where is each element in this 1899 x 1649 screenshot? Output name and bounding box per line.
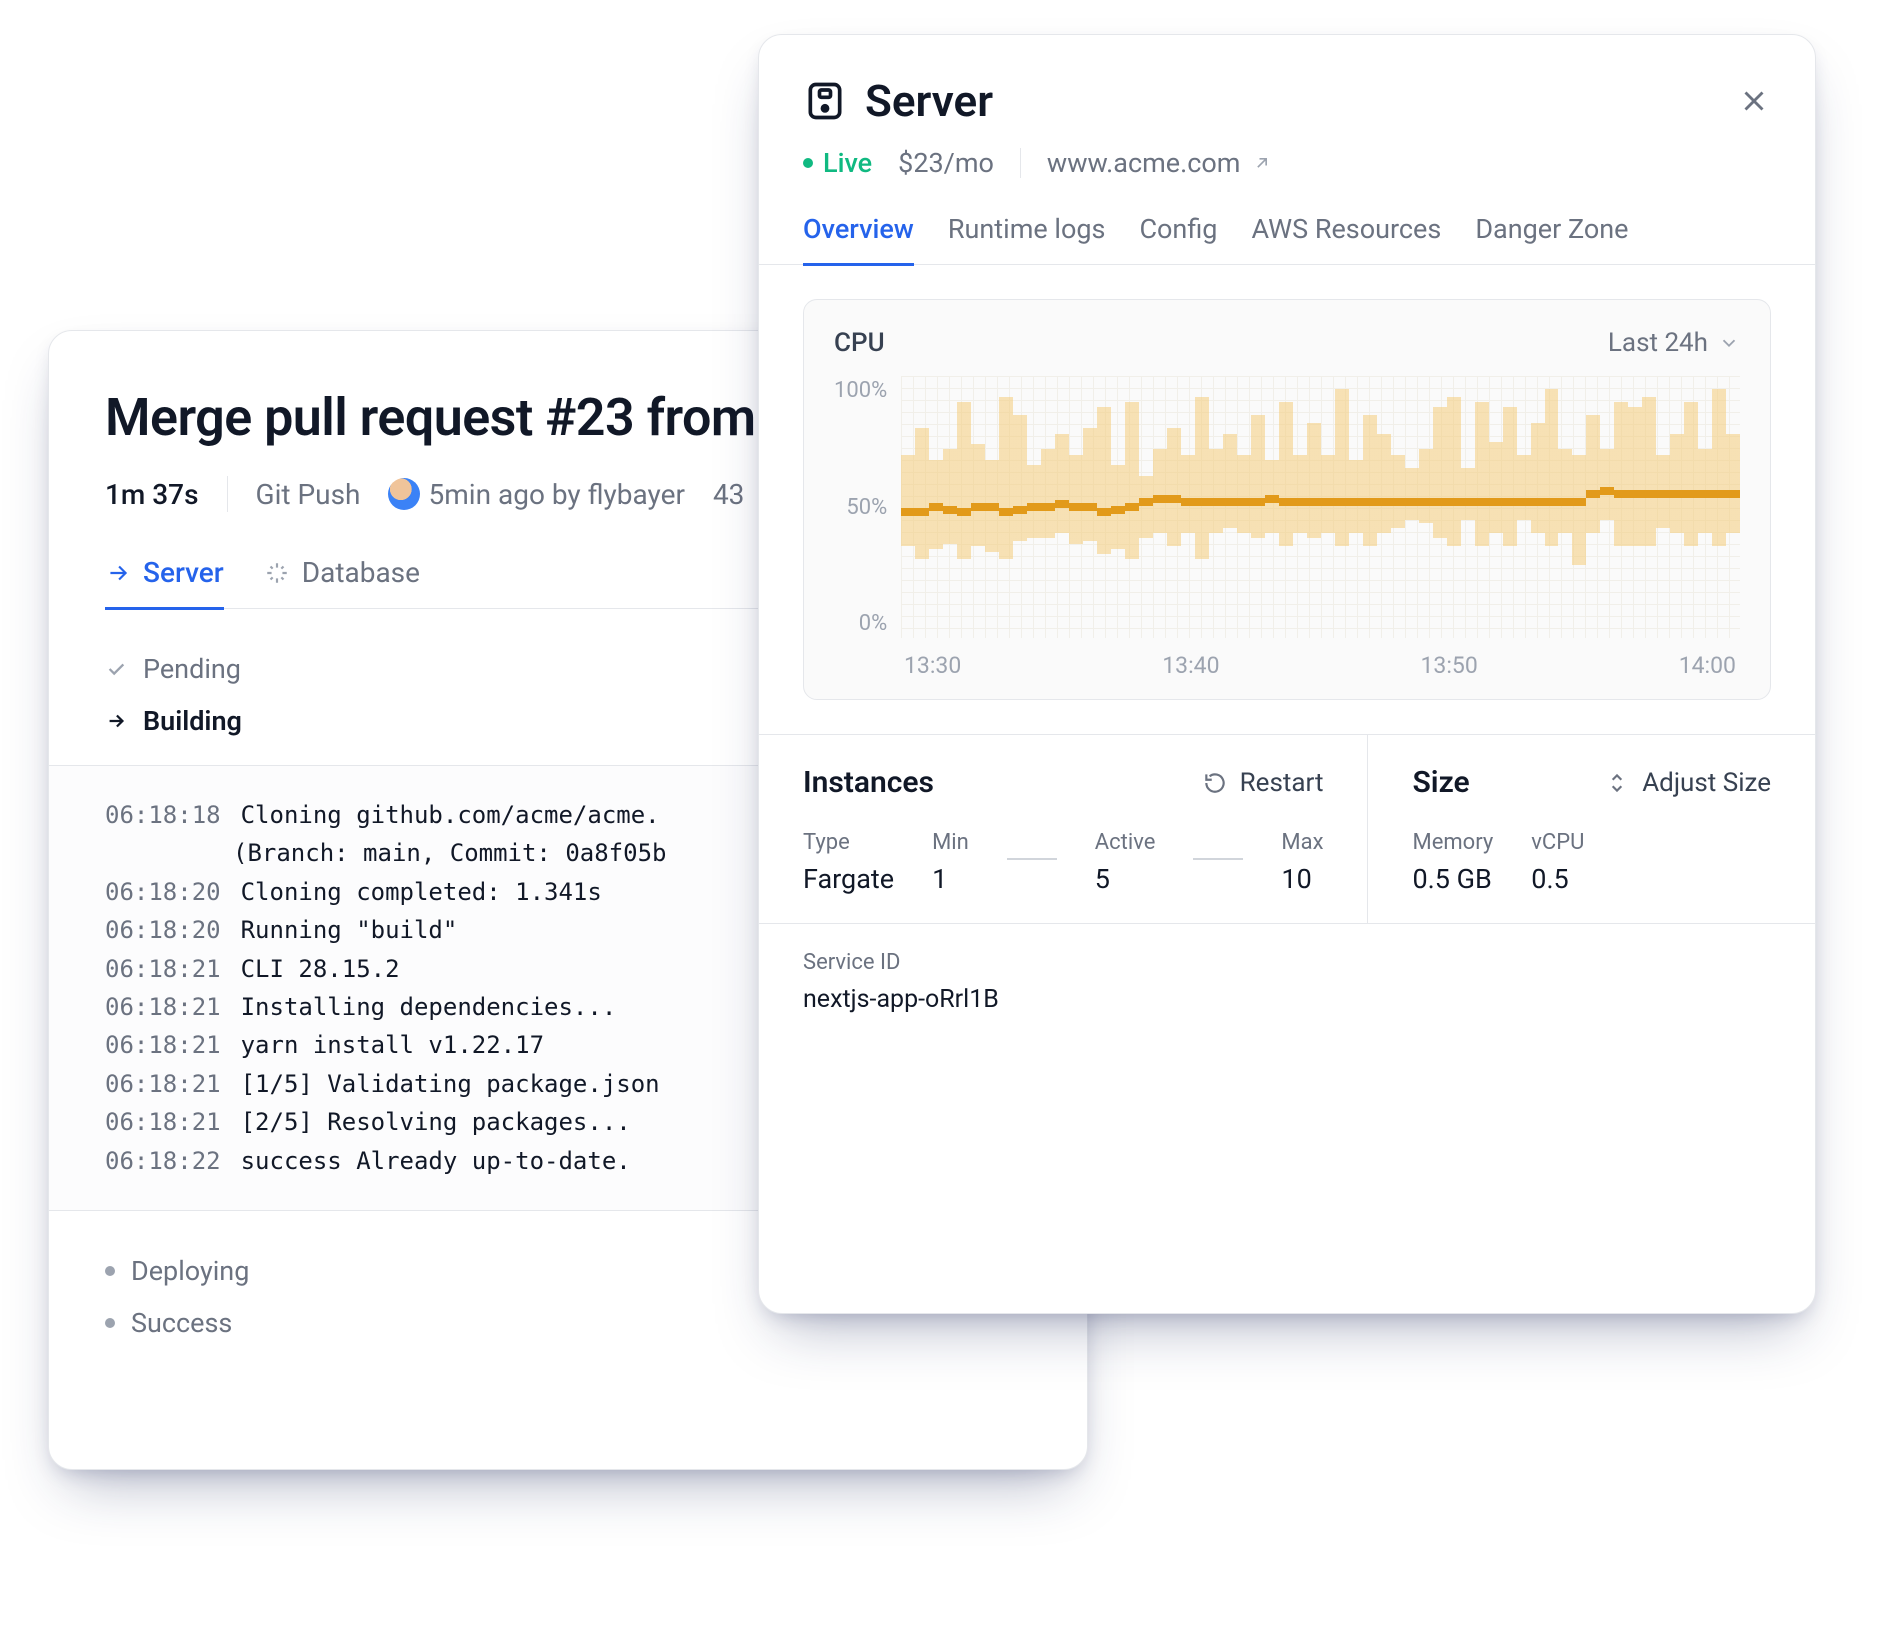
instances-max-value: 10: [1281, 863, 1323, 895]
build-commit-short: 43: [713, 478, 744, 511]
build-ago-by: 5min ago by flybayer: [428, 478, 684, 511]
tab-config[interactable]: Config: [1139, 213, 1217, 266]
status-dot-icon: [803, 158, 813, 168]
tab-server-label: Server: [143, 556, 224, 589]
tab-database[interactable]: Database: [264, 556, 420, 610]
server-tabs: Overview Runtime logs Config AWS Resources D…: [759, 213, 1815, 265]
cpu-x-axis: 13:30 13:40 13:50 14:00: [834, 652, 1740, 679]
server-url-link[interactable]: www.acme.com: [1047, 147, 1273, 179]
server-price: $23/mo: [898, 147, 994, 179]
adjust-icon: [1604, 770, 1630, 796]
chevron-down-icon: [1718, 332, 1740, 354]
instances-type-label: Type: [803, 830, 894, 855]
size-title: Size: [1412, 765, 1469, 800]
restart-icon: [1202, 770, 1228, 796]
instances-min-label: Min: [932, 830, 969, 855]
close-icon[interactable]: [1737, 84, 1771, 118]
service-id-row: Service ID nextjs-app-oRrl1B: [759, 923, 1815, 1048]
service-id-label: Service ID: [803, 950, 1771, 975]
step-success-label: Success: [131, 1307, 232, 1339]
cpu-y-axis: 100% 50% 0%: [834, 376, 887, 638]
adjust-size-button[interactable]: Adjust Size: [1604, 768, 1771, 798]
check-icon: [105, 658, 127, 680]
external-link-icon: [1252, 153, 1272, 173]
tab-server[interactable]: Server: [105, 556, 224, 610]
build-source: Git Push: [256, 478, 361, 511]
step-building-label: Building: [143, 705, 242, 737]
arrow-right-icon: [105, 710, 127, 732]
cpu-chart: [901, 376, 1740, 638]
tab-overview[interactable]: Overview: [803, 213, 914, 266]
cpu-label: CPU: [834, 328, 885, 358]
instances-active-value: 5: [1095, 863, 1156, 895]
server-icon: [803, 79, 847, 123]
service-id-value: nextjs-app-oRrl1B: [803, 985, 1771, 1014]
restart-button[interactable]: Restart: [1202, 768, 1324, 798]
size-pane: Size Adjust Size Memory 0.5 GB vCPU 0.5: [1368, 735, 1815, 923]
step-deploying-label: Deploying: [131, 1255, 249, 1287]
arrow-right-icon: [105, 560, 131, 586]
server-title: Server: [865, 75, 993, 127]
instances-active-label: Active: [1095, 830, 1156, 855]
instances-title: Instances: [803, 765, 934, 800]
status-live: Live: [803, 147, 872, 179]
size-vcpu-value: 0.5: [1531, 863, 1584, 895]
sparkle-icon: [264, 560, 290, 586]
tab-runtime-logs[interactable]: Runtime logs: [948, 213, 1106, 266]
cpu-chart-panel: CPU Last 24h 100% 50% 0% 13:30 13:40 13:…: [803, 299, 1771, 700]
avatar: [388, 478, 420, 510]
instances-type-value: Fargate: [803, 863, 894, 895]
bullet-icon: [105, 1266, 115, 1276]
build-duration: 1m 37s: [105, 478, 199, 511]
instances-max-label: Max: [1281, 830, 1323, 855]
size-mem-label: Memory: [1412, 830, 1493, 855]
instances-min-value: 1: [932, 863, 969, 895]
size-mem-value: 0.5 GB: [1412, 863, 1493, 895]
tab-danger-zone[interactable]: Danger Zone: [1475, 213, 1628, 266]
range-line-icon: [1007, 858, 1057, 860]
server-panel: Server Live $23/mo www.acme.com Overview…: [758, 34, 1816, 1314]
range-selector[interactable]: Last 24h: [1608, 328, 1740, 358]
bullet-icon: [105, 1318, 115, 1328]
tab-aws-resources[interactable]: AWS Resources: [1251, 213, 1441, 266]
size-vcpu-label: vCPU: [1531, 830, 1584, 855]
tab-database-label: Database: [302, 556, 420, 589]
range-line-icon: [1193, 858, 1243, 860]
step-pending-label: Pending: [143, 653, 241, 685]
instances-pane: Instances Restart Type Fargate Min 1 Activ…: [759, 735, 1368, 923]
